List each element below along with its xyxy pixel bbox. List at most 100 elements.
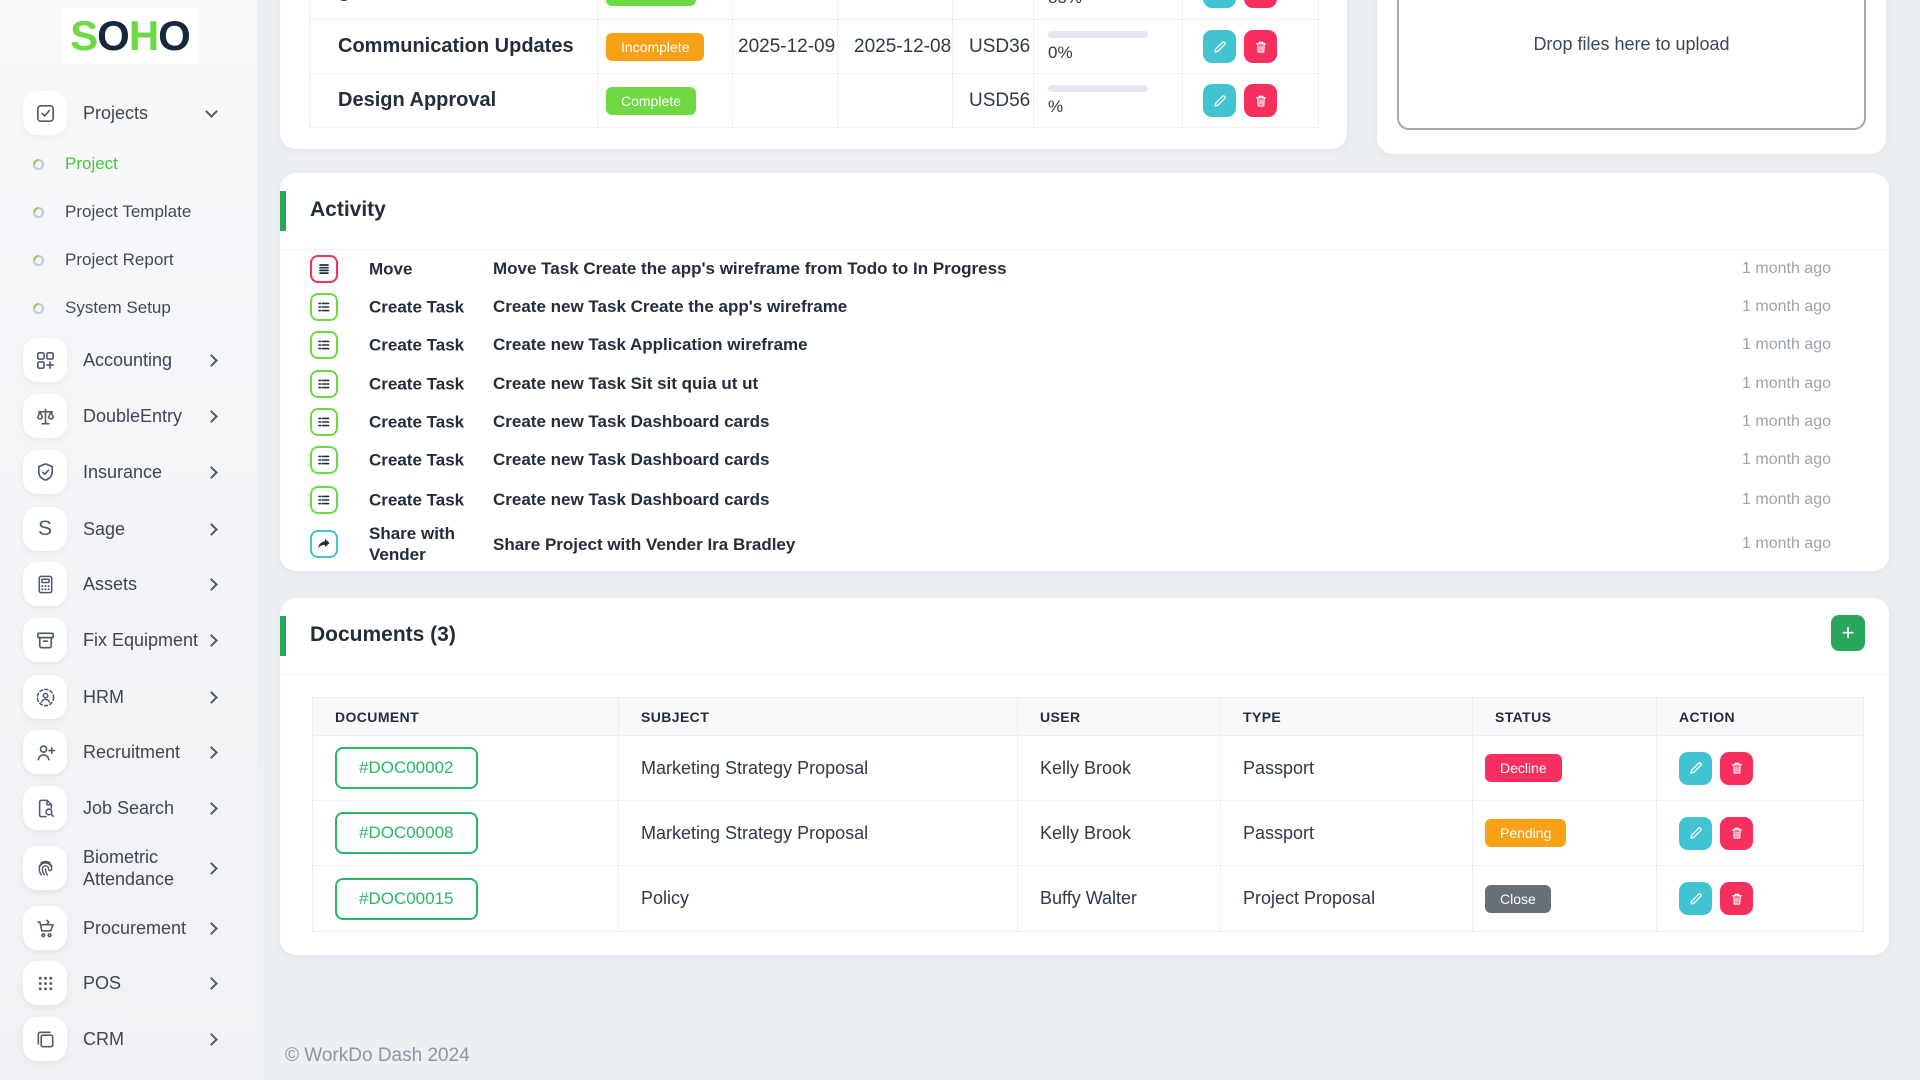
task-cost bbox=[953, 0, 1034, 19]
sidebar-item-job-search[interactable]: Job Search bbox=[0, 785, 257, 831]
activity-type: Create Task bbox=[369, 334, 494, 355]
sidebar-item-procurement[interactable]: Procurement bbox=[0, 905, 257, 951]
sidebar-item-project-report[interactable]: Project Report bbox=[0, 245, 257, 275]
sidebar-item-system-setup[interactable]: System Setup bbox=[0, 293, 257, 323]
scales-icon bbox=[23, 394, 67, 438]
task-cost: USD56 bbox=[953, 74, 1034, 127]
windows-icon bbox=[23, 1017, 67, 1061]
activity-row: Share with Vender Share Project with Ven… bbox=[280, 517, 1889, 571]
cart-icon bbox=[23, 906, 67, 950]
delete-button[interactable] bbox=[1720, 752, 1753, 785]
task-actions-cell bbox=[1183, 74, 1318, 127]
sidebar-item-accounting[interactable]: Accounting bbox=[0, 337, 257, 383]
task-status-cell: Incomplete bbox=[598, 20, 733, 73]
activity-row: Create Task Create new Task Dashboard ca… bbox=[280, 481, 1889, 519]
edit-button[interactable] bbox=[1679, 882, 1712, 915]
sidebar-item-fix-equipment[interactable]: Fix Equipment bbox=[0, 617, 257, 663]
archive-box-icon bbox=[23, 618, 67, 662]
sidebar-item-project[interactable]: Project bbox=[0, 149, 257, 179]
person-plus-icon bbox=[23, 730, 67, 774]
document-actions-cell bbox=[1657, 801, 1863, 865]
upload-card: Drop files here to upload bbox=[1377, 0, 1886, 154]
task-list-icon bbox=[310, 446, 338, 474]
sidebar-item-crm[interactable]: CRM bbox=[0, 1016, 257, 1062]
status-badge: Pending bbox=[1485, 819, 1566, 847]
donut-icon bbox=[31, 156, 47, 172]
edit-button[interactable] bbox=[1679, 752, 1712, 785]
sidebar: S O H O Projects Project Project Templat… bbox=[0, 0, 257, 1080]
task-actions-cell bbox=[1183, 0, 1318, 19]
sidebar-item-insurance[interactable]: Insurance bbox=[0, 449, 257, 495]
activity-detail: Create new Task Dashboard cards bbox=[493, 490, 770, 510]
soho-logo[interactable]: S O H O bbox=[62, 8, 198, 64]
chevron-right-icon bbox=[205, 862, 218, 875]
chevron-right-icon bbox=[205, 578, 218, 591]
delete-button[interactable] bbox=[1720, 882, 1753, 915]
document-id-button[interactable]: #DOC00008 bbox=[335, 812, 478, 854]
document-id-button[interactable]: #DOC00015 bbox=[335, 878, 478, 920]
status-badge: Close bbox=[1485, 885, 1551, 913]
sidebar-item-projects[interactable]: Projects bbox=[0, 90, 257, 136]
chevron-right-icon bbox=[205, 691, 218, 704]
document-type: Passport bbox=[1221, 736, 1473, 800]
document-subject: Marketing Strategy Proposal bbox=[619, 801, 1018, 865]
table-row: Design Approval Complete USD56 % bbox=[310, 74, 1318, 127]
sidebar-subitem-label: Project Template bbox=[65, 202, 191, 222]
document-subject: Marketing Strategy Proposal bbox=[619, 736, 1018, 800]
activity-type: Create Task bbox=[369, 411, 494, 432]
sidebar-item-recruitment[interactable]: Recruitment bbox=[0, 729, 257, 775]
logo-letter: O bbox=[158, 12, 190, 60]
activity-type: Create Task bbox=[369, 449, 494, 470]
delete-button[interactable] bbox=[1244, 30, 1277, 63]
delete-button[interactable] bbox=[1244, 0, 1277, 8]
task-name: Communication Updates bbox=[310, 20, 598, 73]
activity-type: Create Task bbox=[369, 296, 494, 317]
task-list-icon bbox=[310, 408, 338, 436]
column-header: USER bbox=[1018, 698, 1221, 735]
donut-icon bbox=[31, 300, 47, 316]
document-subject: Policy bbox=[619, 866, 1018, 931]
task-list-icon bbox=[310, 331, 338, 359]
documents-table: DOCUMENT SUBJECT USER TYPE STATUS ACTION… bbox=[312, 697, 1864, 932]
edit-button[interactable] bbox=[1679, 817, 1712, 850]
sidebar-item-label: Projects bbox=[83, 102, 205, 125]
document-type: Passport bbox=[1221, 801, 1473, 865]
task-start-date bbox=[733, 0, 838, 19]
shield-check-icon bbox=[23, 450, 67, 494]
donut-icon bbox=[31, 252, 47, 268]
share-icon bbox=[310, 530, 338, 558]
activity-row: Create Task Create new Task Dashboard ca… bbox=[280, 441, 1889, 479]
file-dropzone[interactable]: Drop files here to upload bbox=[1397, 0, 1866, 130]
sidebar-item-doubleentry[interactable]: DoubleEntry bbox=[0, 393, 257, 439]
sidebar-item-biometric-attendance[interactable]: Biometric Attendance bbox=[0, 840, 257, 896]
sidebar-item-pos[interactable]: POS bbox=[0, 960, 257, 1006]
status-badge: Complete bbox=[606, 87, 696, 115]
document-status-cell: Pending bbox=[1473, 801, 1657, 865]
edit-button[interactable] bbox=[1203, 84, 1236, 117]
dashboard-page: S O H O Projects Project Project Templat… bbox=[0, 0, 1920, 1080]
sidebar-item-label: HRM bbox=[83, 686, 205, 709]
logo-letter: S bbox=[70, 12, 97, 60]
progress-bar bbox=[1048, 85, 1148, 92]
donut-icon bbox=[31, 204, 47, 220]
accent-bar bbox=[280, 191, 286, 231]
task-progress-cell: 85% bbox=[1034, 0, 1183, 19]
activity-time: 1 month ago bbox=[1742, 260, 1831, 278]
add-document-button[interactable]: + bbox=[1831, 615, 1865, 651]
document-search-icon bbox=[23, 786, 67, 830]
checkbox-icon bbox=[23, 91, 67, 135]
sidebar-item-assets[interactable]: Assets bbox=[0, 561, 257, 607]
edit-button[interactable] bbox=[1203, 0, 1236, 8]
sidebar-item-sage[interactable]: S Sage bbox=[0, 506, 257, 552]
edit-button[interactable] bbox=[1203, 30, 1236, 63]
sidebar-item-hrm[interactable]: HRM bbox=[0, 674, 257, 720]
delete-button[interactable] bbox=[1720, 817, 1753, 850]
chevron-right-icon bbox=[205, 977, 218, 990]
sidebar-item-label: Fix Equipment bbox=[83, 629, 205, 652]
progress-label: % bbox=[1048, 97, 1063, 117]
sidebar-item-project-template[interactable]: Project Template bbox=[0, 197, 257, 227]
document-id-button[interactable]: #DOC00002 bbox=[335, 747, 478, 789]
delete-button[interactable] bbox=[1244, 84, 1277, 117]
task-progress-cell: % bbox=[1034, 74, 1183, 127]
move-icon bbox=[310, 255, 338, 283]
